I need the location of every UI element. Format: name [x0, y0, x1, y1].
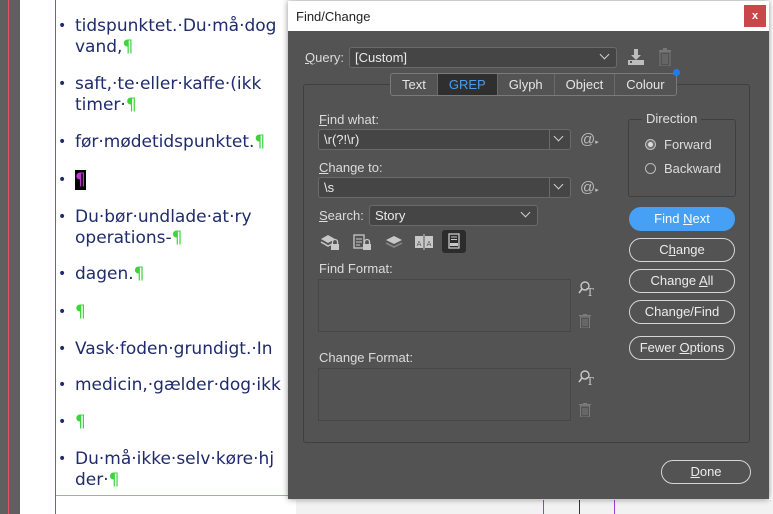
dialog-title: Find/Change: [296, 9, 371, 24]
notification-badge: [672, 69, 680, 76]
forward-label[interactable]: Forward: [664, 137, 712, 152]
change-to-input[interactable]: \s: [318, 177, 571, 198]
pasteboard: [0, 0, 20, 514]
change-format-box[interactable]: [318, 368, 571, 421]
chevron-down-icon[interactable]: [549, 178, 570, 197]
direction-group: [628, 119, 736, 197]
change-to-label: Change to:: [319, 160, 383, 175]
page-edge: [296, 500, 773, 514]
specify-change-format-button[interactable]: T: [578, 369, 596, 390]
find-next-button[interactable]: Find Next: [629, 207, 735, 231]
backward-label[interactable]: Backward: [664, 161, 721, 176]
locked-stories-icon: [353, 234, 371, 250]
selected-pilcrow[interactable]: ¶: [75, 170, 86, 190]
column-guide: [614, 500, 615, 514]
pilcrow: ¶: [75, 412, 86, 432]
pilcrow: ¶: [171, 228, 183, 248]
clear-find-format-button[interactable]: [579, 314, 591, 331]
include-locked-layers-button[interactable]: [319, 231, 341, 253]
list-item: • ¶: [58, 302, 86, 322]
change-find-button[interactable]: Change/Find: [629, 300, 735, 324]
specify-find-format-button[interactable]: T: [578, 280, 596, 301]
dialog-titlebar[interactable]: Find/Change x: [288, 1, 769, 31]
list-item: • medicin,·gælder·dog·ikk: [58, 375, 281, 395]
tab-bar: Text GREP Glyph Object Colour: [390, 69, 680, 96]
list-item: • ¶: [58, 170, 86, 190]
direction-legend: Direction: [642, 111, 702, 126]
save-query-button[interactable]: [627, 49, 645, 68]
svg-text:A: A: [417, 240, 422, 248]
list-item: • tidspunktet.·Du·må·dog vand,¶: [58, 16, 277, 57]
chevron-down-icon: [596, 48, 616, 67]
list-item: • Du·bør·undlade·at·ry operations-¶: [58, 207, 252, 248]
special-characters-find-icon[interactable]: @▸: [580, 131, 599, 148]
find-change-dialog: Find/Change x Query: [Custom] Text GREP …: [288, 1, 769, 499]
change-all-button[interactable]: Change All: [629, 269, 735, 293]
find-what-label: Find what:: [319, 112, 379, 127]
change-format-label: Change Format:: [319, 350, 413, 365]
tab-colour[interactable]: Colour: [615, 69, 680, 95]
list-item: • før·mødetidspunktet.¶: [58, 132, 266, 152]
tab-text[interactable]: Text: [391, 74, 438, 95]
trash-icon: [579, 314, 591, 329]
close-button[interactable]: x: [744, 5, 766, 27]
backward-radio[interactable]: [645, 163, 656, 174]
column-guide: [579, 500, 580, 514]
trash-icon: [579, 403, 591, 418]
include-master-pages-button[interactable]: AA: [413, 231, 435, 253]
fewer-options-button[interactable]: Fewer Options: [629, 336, 735, 360]
svg-text:A: A: [427, 240, 432, 248]
special-characters-change-icon[interactable]: @▸: [580, 179, 599, 196]
format-search-icon: T: [578, 370, 594, 388]
list-item: • Vask·foden·grundigt.·In: [58, 339, 273, 359]
include-footnotes-button[interactable]: [442, 230, 466, 253]
trash-icon: [659, 48, 671, 67]
footnotes-icon: [448, 233, 460, 249]
pilcrow: ¶: [108, 470, 120, 490]
column-guide: [543, 500, 544, 514]
chevron-down-icon: [517, 206, 537, 225]
change-button[interactable]: Change: [629, 238, 735, 262]
pilcrow: ¶: [133, 264, 145, 284]
pilcrow: ¶: [122, 37, 134, 57]
save-query-icon: [628, 49, 644, 65]
chevron-down-icon[interactable]: [549, 130, 570, 149]
pilcrow: ¶: [75, 302, 86, 322]
search-scope-dropdown[interactable]: Story: [369, 205, 538, 226]
search-label: Search:: [319, 208, 364, 223]
text-frame[interactable]: • tidspunktet.·Du·må·dog vand,¶ • saft,·t…: [56, 0, 288, 514]
pilcrow: ¶: [125, 95, 137, 115]
query-label: Query:: [305, 50, 345, 65]
done-button[interactable]: Done: [661, 460, 751, 484]
hidden-layers-icon: [385, 236, 403, 248]
include-hidden-layers-button[interactable]: [383, 231, 405, 253]
master-pages-icon: AA: [415, 234, 433, 250]
delete-query-button[interactable]: [658, 48, 672, 69]
tab-grep[interactable]: GREP: [437, 74, 498, 95]
find-format-label: Find Format:: [319, 261, 393, 276]
list-item: • dagen.¶: [58, 264, 145, 284]
locked-layers-icon: [320, 235, 339, 250]
pilcrow: ¶: [254, 132, 266, 152]
tab-glyph[interactable]: Glyph: [498, 74, 555, 95]
svg-text:T: T: [586, 375, 594, 387]
svg-text:T: T: [586, 286, 594, 298]
tab-object[interactable]: Object: [555, 74, 616, 95]
find-what-input[interactable]: \r(?!\r): [318, 129, 571, 150]
list-item: • saft,·te·eller·kaffe·(ikk timer·¶: [58, 74, 262, 115]
forward-radio[interactable]: [645, 139, 656, 150]
list-item: • ¶: [58, 412, 86, 432]
query-dropdown[interactable]: [Custom]: [349, 47, 617, 68]
format-search-icon: T: [578, 281, 594, 299]
list-item: • Du·må·ikke·selv·køre·hj der·¶: [58, 449, 275, 490]
find-format-box[interactable]: [318, 279, 571, 332]
include-locked-stories-button[interactable]: [351, 231, 373, 253]
bleed-guide: [8, 0, 9, 514]
clear-change-format-button[interactable]: [579, 403, 591, 420]
